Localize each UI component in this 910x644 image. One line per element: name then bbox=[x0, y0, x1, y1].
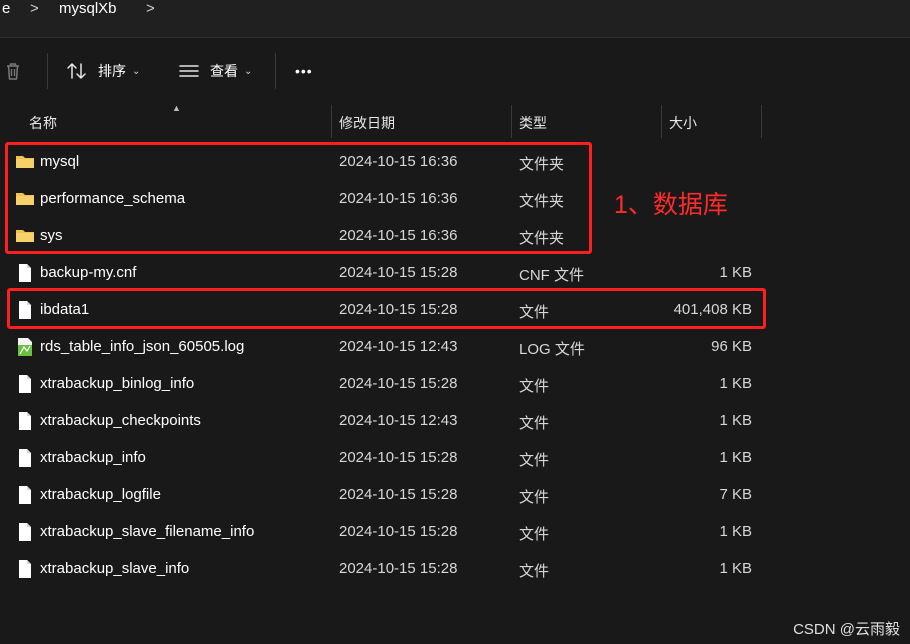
log-file-icon bbox=[15, 337, 35, 357]
file-modified: 2024-10-15 15:28 bbox=[339, 375, 458, 392]
file-modified: 2024-10-15 12:43 bbox=[339, 338, 458, 355]
file-type: 文件 bbox=[519, 378, 550, 395]
list-item[interactable]: xtrabackup_slave_filename_info 2024-10-1… bbox=[0, 514, 780, 551]
file-modified: 2024-10-15 12:43 bbox=[339, 412, 458, 429]
view-lines-icon bbox=[179, 65, 199, 77]
toolbar-divider bbox=[275, 53, 276, 89]
sort-button[interactable]: 排序 ⌄ bbox=[66, 53, 140, 89]
sort-label: 排序 bbox=[98, 63, 126, 79]
file-size: 1 KB bbox=[719, 264, 752, 281]
toolbar-divider bbox=[47, 53, 48, 89]
command-bar: 排序 ⌄ 查看 ⌄ ••• bbox=[0, 38, 910, 104]
view-label: 查看 bbox=[210, 63, 238, 79]
file-icon bbox=[15, 448, 35, 468]
file-name: rds_table_info_json_60505.log bbox=[40, 338, 245, 355]
column-resize-handle[interactable] bbox=[511, 105, 512, 138]
sort-ascending-icon: ▲ bbox=[172, 103, 181, 113]
column-header-row: ▲ 名称 修改日期 类型 大小 bbox=[0, 103, 910, 138]
column-header-type[interactable]: 类型 bbox=[519, 113, 547, 133]
file-size: 1 KB bbox=[719, 560, 752, 577]
file-size: 1 KB bbox=[719, 412, 752, 429]
column-resize-handle[interactable] bbox=[661, 105, 662, 138]
watermark: CSDN @云雨毅 bbox=[793, 621, 900, 638]
file-icon bbox=[15, 374, 35, 394]
file-name: backup-my.cnf bbox=[40, 264, 137, 281]
chevron-down-icon: ⌄ bbox=[244, 65, 253, 77]
file-icon bbox=[15, 522, 35, 542]
sort-arrows-icon bbox=[67, 63, 86, 79]
file-modified: 2024-10-15 15:28 bbox=[339, 264, 458, 281]
list-item[interactable]: rds_table_info_json_60505.log 2024-10-15… bbox=[0, 329, 780, 366]
file-name: xtrabackup_binlog_info bbox=[40, 375, 195, 392]
file-size: 1 KB bbox=[719, 523, 752, 540]
breadcrumb-item-parent[interactable]: e bbox=[2, 0, 10, 17]
file-type: 文件 bbox=[519, 415, 550, 432]
file-modified: 2024-10-15 15:28 bbox=[339, 560, 458, 577]
view-button[interactable]: 查看 ⌄ bbox=[178, 53, 252, 89]
file-type: 文件 bbox=[519, 526, 550, 543]
file-size: 7 KB bbox=[719, 486, 752, 503]
annotation-box-ibdata1 bbox=[7, 288, 766, 329]
annotation-label: 1、数据库 bbox=[614, 191, 728, 219]
column-header-modified[interactable]: 修改日期 bbox=[339, 113, 395, 133]
breadcrumb-item-current[interactable]: mysqlXb bbox=[59, 0, 117, 17]
list-item[interactable]: xtrabackup_info 2024-10-15 15:28 文件 1 KB bbox=[0, 440, 780, 477]
file-type: CNF 文件 bbox=[519, 267, 584, 284]
file-icon bbox=[15, 559, 35, 579]
breadcrumb-separator-icon[interactable]: > bbox=[30, 0, 39, 17]
file-icon bbox=[15, 263, 35, 283]
trash-icon bbox=[7, 63, 19, 80]
delete-button[interactable] bbox=[2, 53, 24, 89]
list-item[interactable]: backup-my.cnf 2024-10-15 15:28 CNF 文件 1 … bbox=[0, 255, 780, 292]
file-icon bbox=[15, 411, 35, 431]
file-name: xtrabackup_slave_info bbox=[40, 560, 190, 577]
more-icon: ••• bbox=[295, 63, 313, 79]
file-type: LOG 文件 bbox=[519, 341, 585, 358]
file-size: 1 KB bbox=[719, 375, 752, 392]
address-bar[interactable]: e > mysqlXb > bbox=[0, 0, 910, 38]
file-size: 96 KB bbox=[711, 338, 752, 355]
file-type: 文件 bbox=[519, 489, 550, 506]
column-resize-handle[interactable] bbox=[761, 105, 762, 138]
file-name: xtrabackup_checkpoints bbox=[40, 412, 201, 429]
more-options-button[interactable]: ••• bbox=[295, 53, 313, 89]
file-modified: 2024-10-15 15:28 bbox=[339, 523, 458, 540]
chevron-down-icon: ⌄ bbox=[132, 65, 141, 77]
column-resize-handle[interactable] bbox=[331, 105, 332, 138]
file-modified: 2024-10-15 15:28 bbox=[339, 449, 458, 466]
file-name: xtrabackup_slave_filename_info bbox=[40, 523, 255, 540]
file-modified: 2024-10-15 15:28 bbox=[339, 486, 458, 503]
file-type: 文件 bbox=[519, 452, 550, 469]
column-header-name[interactable]: 名称 bbox=[29, 113, 57, 133]
column-header-size[interactable]: 大小 bbox=[669, 113, 697, 133]
file-icon bbox=[15, 485, 35, 505]
file-name: xtrabackup_logfile bbox=[40, 486, 161, 503]
file-name: xtrabackup_info bbox=[40, 449, 146, 466]
annotation-box-database-folders bbox=[5, 142, 592, 254]
list-item[interactable]: xtrabackup_binlog_info 2024-10-15 15:28 … bbox=[0, 366, 780, 403]
file-size: 1 KB bbox=[719, 449, 752, 466]
breadcrumb-separator-icon[interactable]: > bbox=[146, 0, 155, 17]
list-item[interactable]: xtrabackup_logfile 2024-10-15 15:28 文件 7… bbox=[0, 477, 780, 514]
list-item[interactable]: xtrabackup_slave_info 2024-10-15 15:28 文… bbox=[0, 551, 780, 588]
file-type: 文件 bbox=[519, 563, 550, 580]
list-item[interactable]: xtrabackup_checkpoints 2024-10-15 12:43 … bbox=[0, 403, 780, 440]
